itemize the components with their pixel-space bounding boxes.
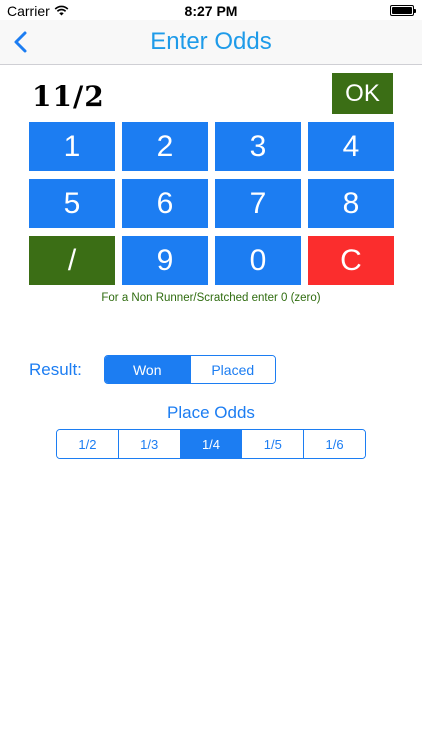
place-odds-option-1-2[interactable]: 1/2 [57, 430, 118, 458]
key-4[interactable]: 4 [308, 122, 394, 171]
place-odds-title: Place Odds [167, 403, 255, 422]
key-7[interactable]: 7 [215, 179, 301, 228]
non-runner-hint: For a Non Runner/Scratched enter 0 (zero… [101, 292, 321, 304]
result-option-won[interactable]: Won [105, 356, 190, 383]
place-odds-segmented-control: 1/2 1/3 1/4 1/5 1/6 [56, 429, 366, 459]
battery-icon [390, 5, 416, 16]
key-0[interactable]: 0 [215, 236, 301, 285]
ok-button[interactable]: OK [332, 73, 393, 114]
key-8[interactable]: 8 [308, 179, 394, 228]
key-6[interactable]: 6 [122, 179, 208, 228]
result-segmented-control: Won Placed [104, 355, 276, 384]
odds-display: 11/2 [32, 80, 105, 113]
key-2[interactable]: 2 [122, 122, 208, 171]
battery-level [392, 7, 412, 14]
result-label: Result: [29, 360, 82, 379]
status-time: 8:27 PM [184, 3, 238, 19]
key-9[interactable]: 9 [122, 236, 208, 285]
place-odds-option-1-3[interactable]: 1/3 [117, 430, 180, 458]
key-3[interactable]: 3 [215, 122, 301, 171]
place-odds-option-1-5[interactable]: 1/5 [241, 430, 304, 458]
status-bar: Carrier 8:27 PM [0, 0, 422, 22]
key-clear[interactable]: C [308, 236, 394, 285]
key-5[interactable]: 5 [29, 179, 115, 228]
key-1[interactable]: 1 [29, 122, 115, 171]
nav-bar: Enter Odds [0, 20, 422, 65]
page-title: Enter Odds [150, 28, 272, 55]
place-odds-option-1-4[interactable]: 1/4 [179, 430, 242, 458]
key-slash[interactable]: / [29, 236, 115, 285]
place-odds-option-1-6[interactable]: 1/6 [303, 430, 365, 458]
result-option-placed[interactable]: Placed [189, 356, 275, 383]
